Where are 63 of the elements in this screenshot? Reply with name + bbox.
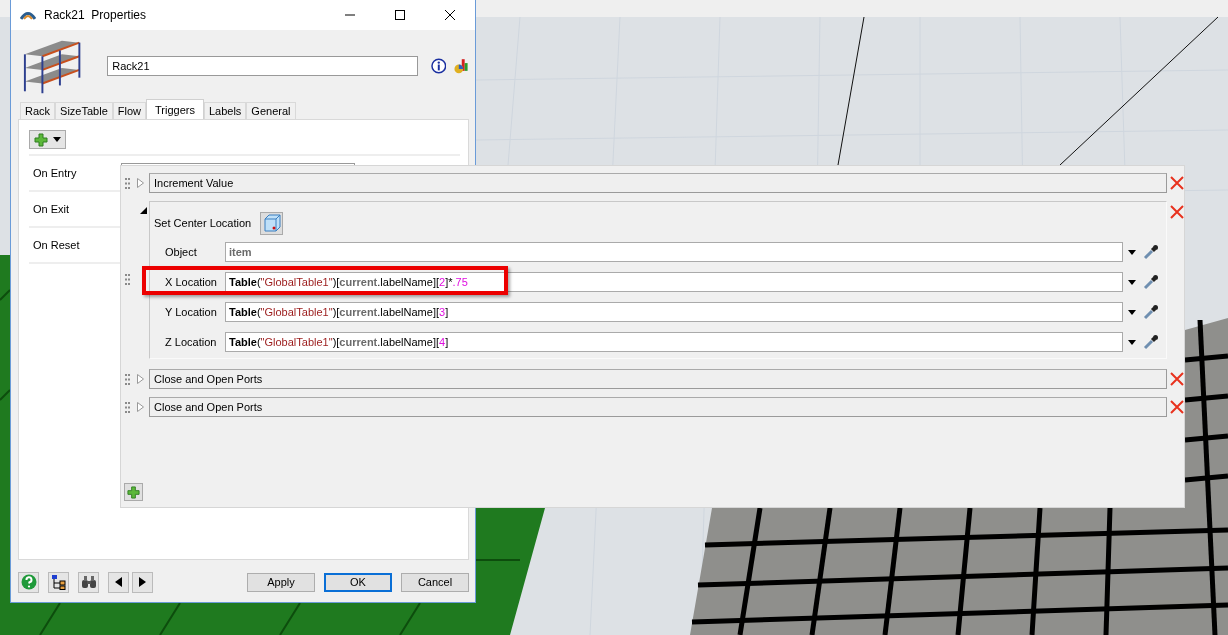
dialog-button[interactable]: Apply [247,572,315,592]
trigger-label: On Exit [32,203,71,215]
caret-icon[interactable] [1128,249,1136,255]
previous-button[interactable] [108,571,129,593]
delete-icon[interactable] [1170,205,1184,219]
parameter-label: Z Location [164,336,218,348]
caret-icon[interactable] [1128,279,1136,285]
add-button[interactable] [124,483,143,501]
cube-icon[interactable] [260,211,284,235]
caret-icon[interactable] [1128,309,1136,315]
caret-icon[interactable] [1128,339,1136,345]
tab[interactable]: SizeTable [55,102,113,119]
info-icon[interactable] [430,57,447,74]
drag-handle-icon[interactable] [125,177,130,189]
parameter-label: X Location [164,276,218,288]
tab[interactable]: General [246,102,296,119]
maximize-icon [394,9,406,21]
trigger-label: On Reset [32,239,81,251]
code-field[interactable]: item [225,242,1123,262]
app-logo-icon [20,10,36,20]
eyedropper-icon[interactable] [1143,334,1159,350]
help-icon[interactable] [18,571,39,593]
delete-icon[interactable] [1170,176,1184,190]
trigger-label: On Entry [32,167,78,179]
drag-handle-icon[interactable] [125,274,130,285]
expand-triangle-icon[interactable] [137,402,144,412]
trigger-item-title: Set Center Location [154,217,252,229]
code-field[interactable]: Table("GlobalTable1")[current.labelName][2]*.75 [225,272,1123,292]
eyedropper-icon[interactable] [1143,244,1159,260]
delete-icon[interactable] [1170,400,1184,414]
dialog-button[interactable]: OK [324,572,392,592]
trigger-item-title[interactable]: Increment Value [149,173,1167,193]
plus-icon [34,132,49,147]
code-field[interactable]: Table("GlobalTable1")[current.labelName][4] [225,332,1123,352]
expand-triangle-icon[interactable] [137,374,144,384]
drag-handle-icon[interactable] [125,401,130,413]
trigger-item-title[interactable]: Close and Open Ports [149,397,1167,417]
drag-handle-icon[interactable] [125,373,130,385]
add-dropdown-button[interactable] [29,130,66,149]
tab[interactable]: Labels [203,102,247,119]
tab[interactable]: Flow [112,102,146,119]
chart-icon[interactable] [453,57,469,74]
expand-triangle-icon[interactable] [137,178,144,188]
name-field[interactable]: Rack21 [107,55,418,76]
eyedropper-icon[interactable] [1143,304,1159,320]
code-field[interactable]: Table("GlobalTable1")[current.labelName][3] [225,302,1123,322]
close-icon [444,9,456,21]
collapse-triangle-icon[interactable] [140,207,147,214]
next-button[interactable] [132,571,153,593]
parameter-label: Object [164,246,198,258]
tab[interactable]: Rack [20,102,56,119]
tab[interactable]: Triggers [146,99,204,119]
dialog-button[interactable]: Cancel [401,572,469,592]
trigger-item-title[interactable]: Close and Open Ports [149,369,1167,389]
eyedropper-icon[interactable] [1143,274,1159,290]
left-triangle-icon [115,577,122,587]
parameter-label: Y Location [164,306,218,318]
caret-icon [52,137,61,142]
window-title: Rack21 Properties [44,8,147,22]
right-triangle-icon [139,577,146,587]
binoculars-icon[interactable] [78,571,99,593]
tree-icon[interactable] [48,571,69,593]
delete-icon[interactable] [1170,372,1184,386]
